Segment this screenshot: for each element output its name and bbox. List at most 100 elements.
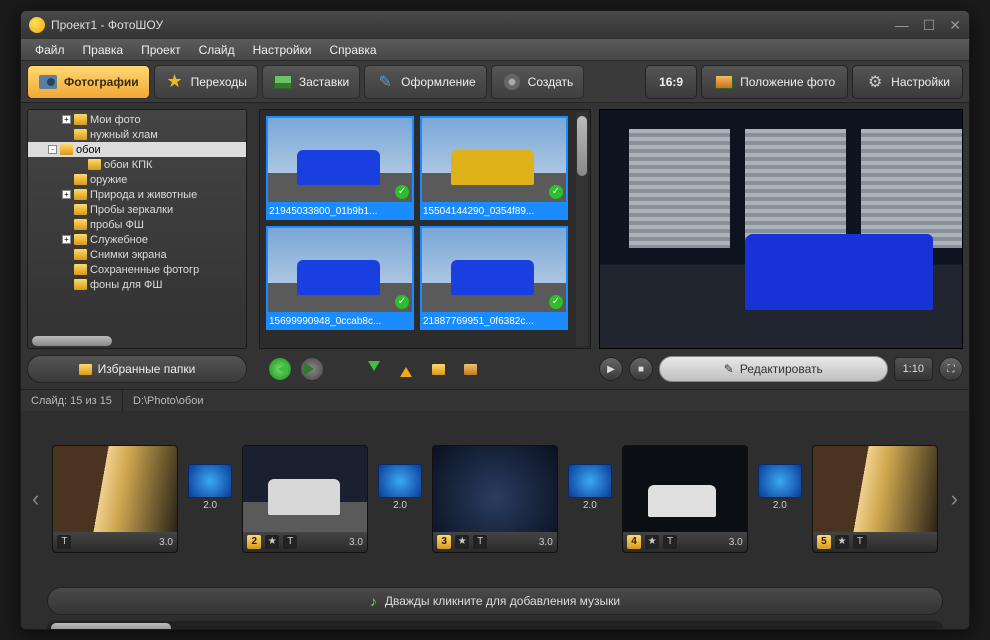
thumbnail-item[interactable]: ✓21887769951_0f6382c... xyxy=(420,226,568,330)
transition-duration: 2.0 xyxy=(773,500,787,511)
play-button[interactable]: ▶ xyxy=(599,357,623,381)
timeline-slide[interactable]: 5 ★ T xyxy=(812,445,938,553)
transition-duration: 2.0 xyxy=(203,500,217,511)
tab-transitions[interactable]: ★ Переходы xyxy=(154,65,258,99)
fullscreen-button[interactable]: ⛶ xyxy=(939,357,963,381)
slide-text-icon[interactable]: T xyxy=(853,535,867,549)
add-file-button[interactable] xyxy=(459,358,481,380)
photo-position-button[interactable]: Положение фото xyxy=(701,65,848,99)
add-folder-button[interactable] xyxy=(427,358,449,380)
add-down-button[interactable] xyxy=(363,358,385,380)
expand-icon[interactable]: + xyxy=(62,235,71,244)
slide-text-icon[interactable]: T xyxy=(283,535,297,549)
collapse-icon[interactable]: - xyxy=(48,145,57,154)
slide-text-icon[interactable]: T xyxy=(473,535,487,549)
tree-item[interactable]: пробы ФШ xyxy=(28,217,246,232)
nav-forward-button[interactable] xyxy=(301,358,323,380)
timeline-next-button[interactable]: › xyxy=(946,486,963,512)
slide-text-icon[interactable]: T xyxy=(57,535,71,549)
stop-button[interactable]: ■ xyxy=(629,357,653,381)
timeline-scrollbar[interactable] xyxy=(47,621,943,630)
tree-item-label: обои xyxy=(76,144,101,156)
aspect-button[interactable]: 16:9 xyxy=(645,65,697,99)
tree-item[interactable]: - обои xyxy=(28,142,246,157)
close-button[interactable]: ✕ xyxy=(949,17,961,34)
folder-icon xyxy=(74,174,87,185)
time-label: 1:10 xyxy=(903,363,924,375)
tree-item[interactable]: фоны для ФШ xyxy=(28,277,246,292)
thumbnail-item[interactable]: ✓21945033800_01b9b1... xyxy=(266,116,414,220)
timeline-slide[interactable]: 2★T3.0 xyxy=(242,445,368,553)
tree-item-label: Снимки экрана xyxy=(90,249,167,261)
slide-text-icon[interactable]: T xyxy=(663,535,677,549)
menu-edit[interactable]: Правка xyxy=(75,41,132,59)
music-note-icon: ♪ xyxy=(370,593,377,609)
add-music-track[interactable]: ♪ Дважды кликните для добавления музыки xyxy=(47,587,943,615)
tree-item[interactable]: +Служебное xyxy=(28,232,246,247)
slide-number: 2 xyxy=(247,535,261,549)
add-music-label: Дважды кликните для добавления музыки xyxy=(385,594,620,608)
thumbnail-image: ✓ xyxy=(420,226,568,314)
menu-project[interactable]: Проект xyxy=(133,41,189,59)
thumbs-toolbar xyxy=(259,355,591,383)
check-icon: ✓ xyxy=(395,295,409,309)
thumbnail-filename: 15699990948_0ccab8c... xyxy=(266,314,414,330)
timeline-slide[interactable]: 4★T3.0 xyxy=(622,445,748,553)
expand-icon[interactable]: + xyxy=(62,115,71,124)
tab-photos[interactable]: Фотографии xyxy=(27,65,150,99)
tab-splash[interactable]: Заставки xyxy=(262,65,360,99)
maximize-button[interactable]: ☐ xyxy=(923,17,936,34)
edit-button[interactable]: ✎ Редактировать xyxy=(659,356,888,382)
slide-image xyxy=(53,446,177,532)
menu-settings[interactable]: Настройки xyxy=(245,41,320,59)
titlebar[interactable]: Проект1 - ФотоШОУ — ☐ ✕ xyxy=(21,11,969,39)
slide-star-icon[interactable]: ★ xyxy=(645,535,659,549)
slide-star-icon[interactable]: ★ xyxy=(265,535,279,549)
tree-item[interactable]: Сохраненные фотогр xyxy=(28,262,246,277)
timeline-prev-button[interactable]: ‹ xyxy=(27,486,44,512)
slide-star-icon[interactable]: ★ xyxy=(455,535,469,549)
tree-item[interactable]: нужный хлам xyxy=(28,127,246,142)
transition-item[interactable]: 2.0 xyxy=(186,464,234,534)
folder-tree[interactable]: +Мои фотонужный хлам-обоиобои КПКоружие+… xyxy=(27,109,247,349)
timeline-slide[interactable]: T 3.0 xyxy=(52,445,178,553)
expand-placeholder xyxy=(62,130,71,139)
thumbnail-grid: ✓21945033800_01b9b1...✓15504144290_0354f… xyxy=(259,109,591,349)
slide-number: 5 xyxy=(817,535,831,549)
tree-item[interactable]: обои КПК xyxy=(28,157,246,172)
tree-item[interactable]: +Мои фото xyxy=(28,112,246,127)
thumbs-v-scrollbar[interactable] xyxy=(576,112,588,346)
transition-item[interactable]: 2.0 xyxy=(756,464,804,534)
expand-icon[interactable]: + xyxy=(62,190,71,199)
slide-bar: 5 ★ T xyxy=(813,532,937,552)
thumbnail-item[interactable]: ✓ 15699990948_0ccab8c... xyxy=(266,226,414,330)
menu-slide[interactable]: Слайд xyxy=(191,41,243,59)
nav-back-button[interactable] xyxy=(269,358,291,380)
tree-item-label: оружие xyxy=(90,174,127,186)
minimize-button[interactable]: — xyxy=(895,17,909,34)
slide-star-icon[interactable]: ★ xyxy=(835,535,849,549)
folder-icon xyxy=(74,219,87,230)
slide-image xyxy=(623,446,747,532)
menu-file[interactable]: Файл xyxy=(27,41,73,59)
timeline-slide[interactable]: 3★T3.0 xyxy=(432,445,558,553)
preview-controls: ▶ ■ ✎ Редактировать 1:10 ⛶ xyxy=(599,355,963,383)
tree-item[interactable]: оружие xyxy=(28,172,246,187)
thumbnail-item[interactable]: ✓15504144290_0354f89... xyxy=(420,116,568,220)
tree-item[interactable]: Снимки экрана xyxy=(28,247,246,262)
tree-item[interactable]: +Природа и животные xyxy=(28,187,246,202)
menu-help[interactable]: Справка xyxy=(321,41,384,59)
tree-item[interactable]: Пробы зеркалки xyxy=(28,202,246,217)
tab-design[interactable]: ✎ Оформление xyxy=(364,65,486,99)
slide-duration: 3.0 xyxy=(159,537,173,548)
settings-button[interactable]: ⚙ Настройки xyxy=(852,65,963,99)
tree-h-scrollbar[interactable] xyxy=(28,334,246,348)
transition-item[interactable]: 2.0 xyxy=(566,464,614,534)
folder-icon xyxy=(74,279,87,290)
pencil-icon: ✎ xyxy=(724,362,734,376)
tab-create[interactable]: Создать xyxy=(491,65,585,99)
tree-item-label: обои КПК xyxy=(104,159,152,171)
favorite-folders-button[interactable]: Избранные папки xyxy=(27,355,247,383)
remove-up-button[interactable] xyxy=(395,358,417,380)
transition-item[interactable]: 2.0 xyxy=(376,464,424,534)
